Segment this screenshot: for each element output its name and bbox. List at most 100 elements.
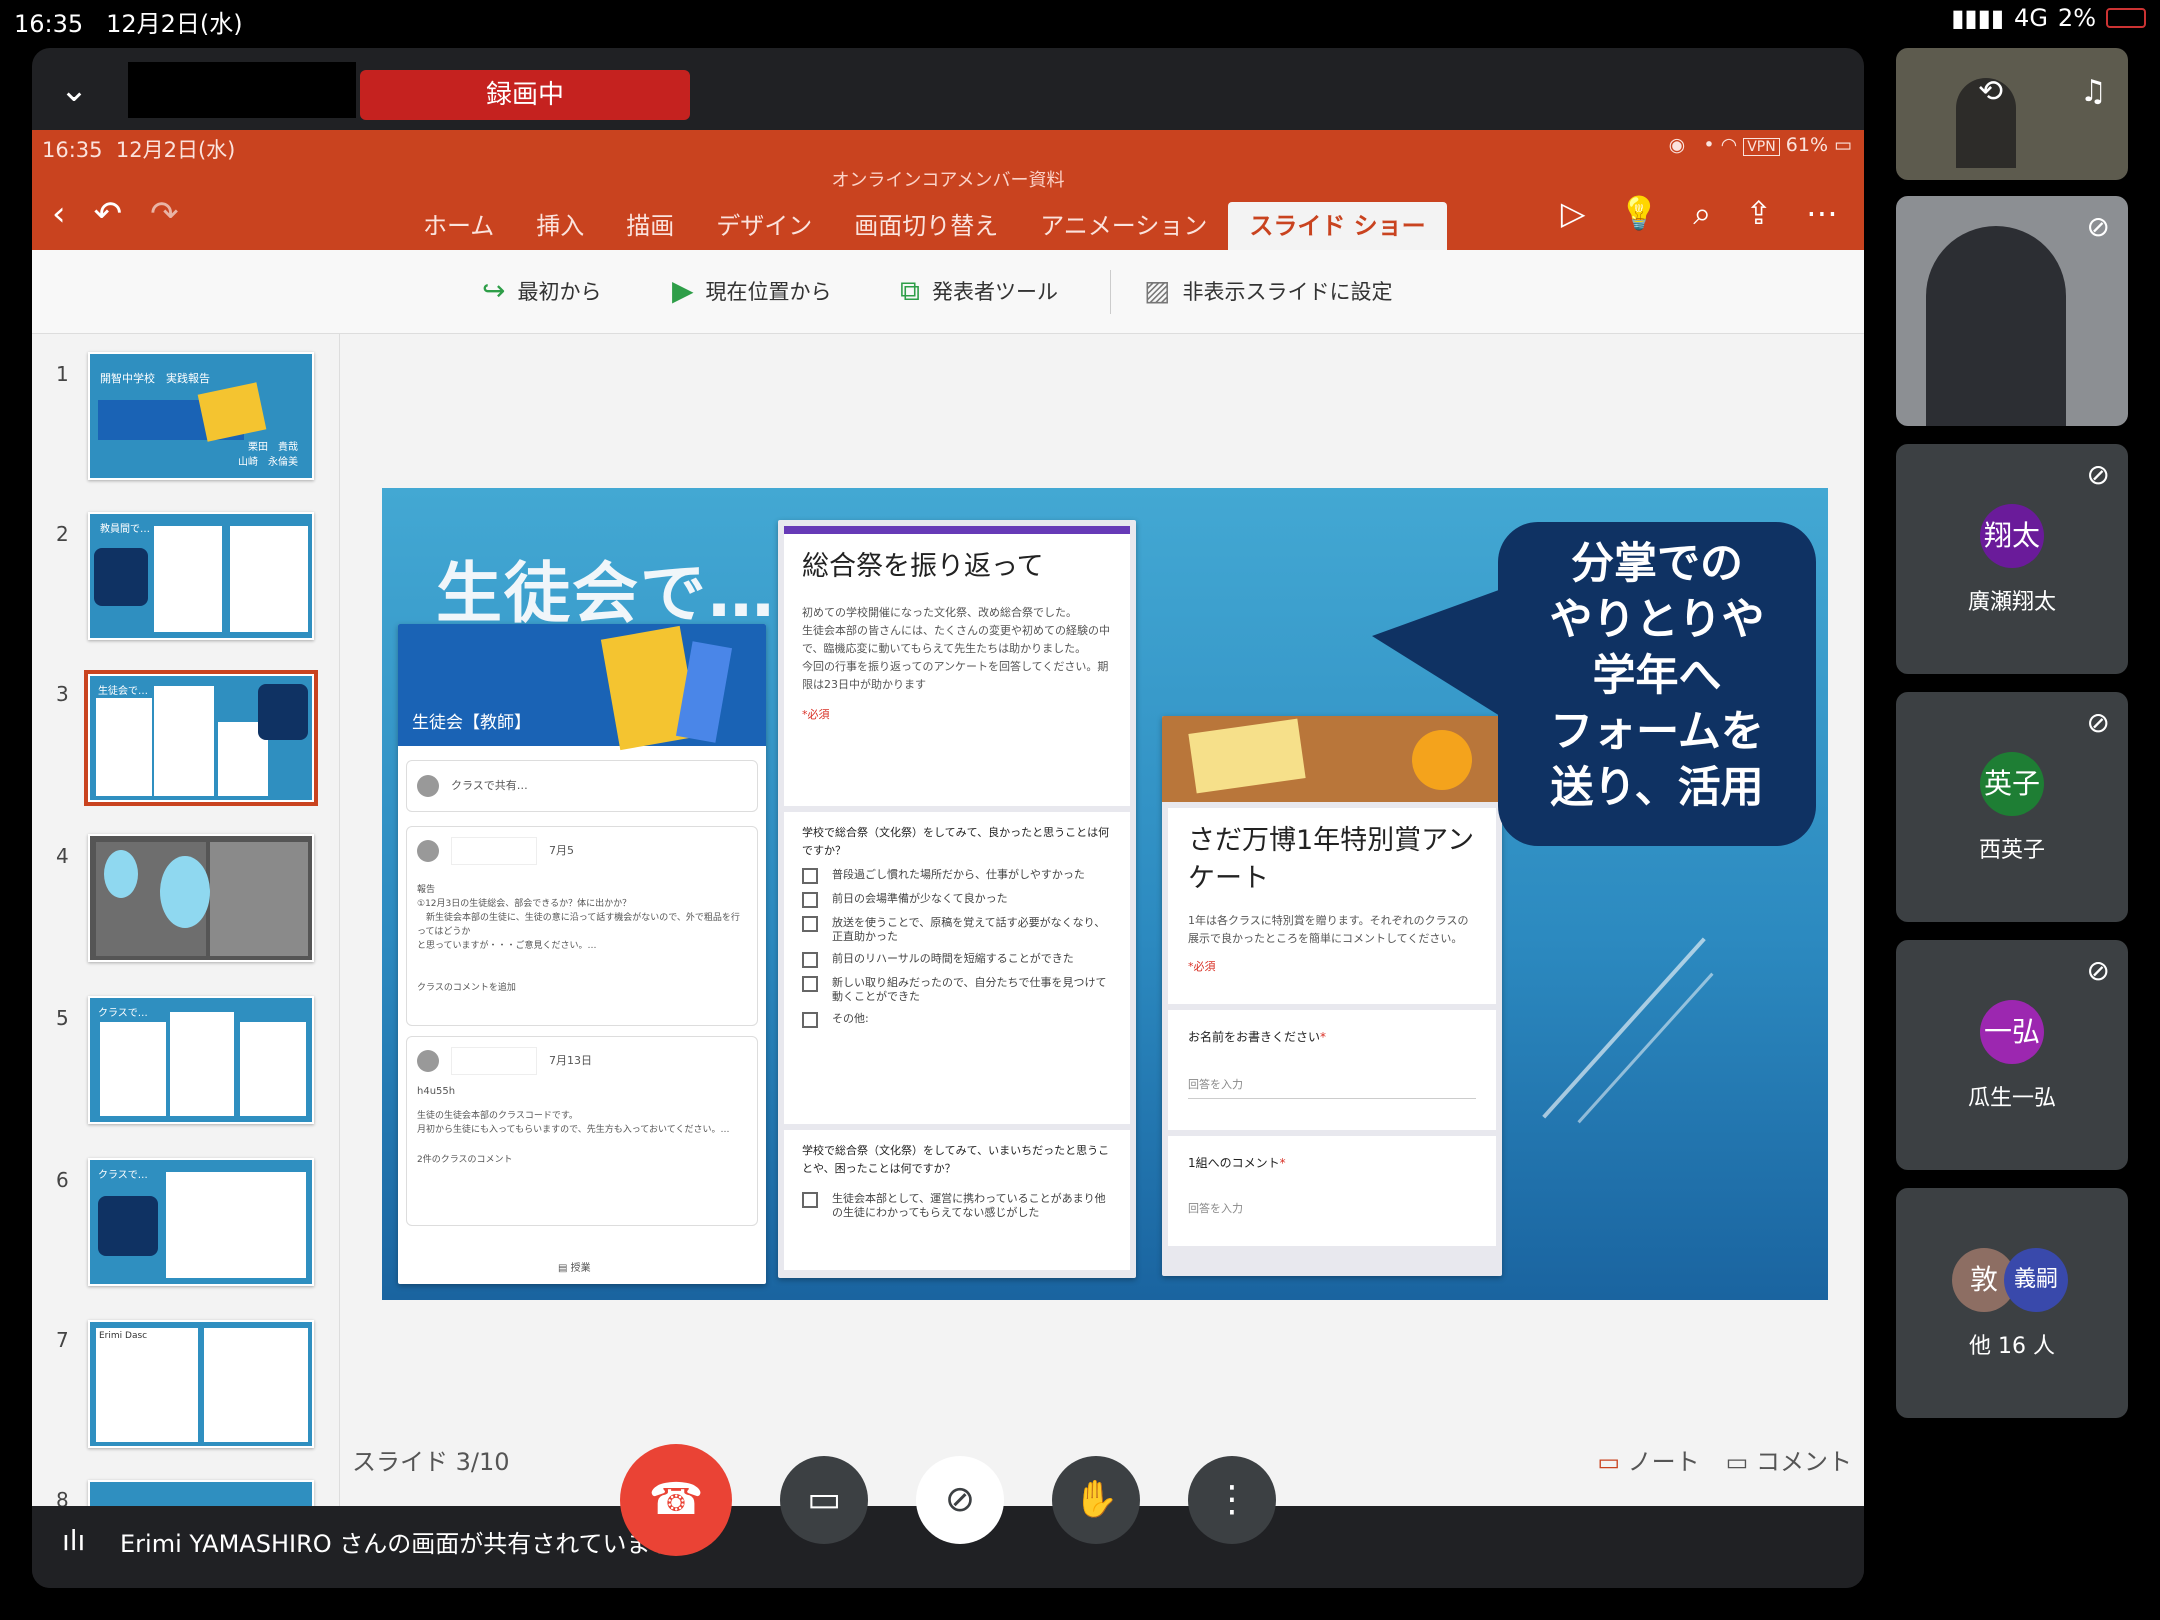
presenter-tools-button[interactable]: ⧉ 発表者ツール <box>900 274 1058 308</box>
thumbnail-slide-3[interactable]: 生徒会で… <box>84 670 318 806</box>
thumbnail-slide-6[interactable]: クラスで… <box>88 1158 314 1286</box>
form1-option[interactable]: その他: <box>802 1012 1112 1028</box>
thumb5-panel <box>170 1012 234 1116</box>
thumb-number: 2 <box>56 522 69 546</box>
ppt-header: 16:35 12月2日(水) ◉ • ◠ VPN 61% ▭ オンラインコアメン… <box>32 130 1864 250</box>
play-icon[interactable]: ▷ <box>1561 194 1586 233</box>
checkbox[interactable] <box>802 1192 818 1208</box>
participant-avatar: 英子 <box>1980 752 2044 816</box>
checkbox[interactable] <box>802 1012 818 1028</box>
switch-camera-icon[interactable]: ⟲ <box>1978 74 2003 109</box>
form1-q1-text: 学校で総合祭（文化祭）をしてみて、良かったと思うことは何ですか？ <box>802 826 1110 857</box>
form2-q2-input[interactable]: 回答を入力 <box>1188 1200 1476 1218</box>
thumb2-panel <box>230 526 308 632</box>
from-current-button[interactable]: ▶ 現在位置から <box>672 274 832 307</box>
classroom-panel: 生徒会【教師】 クラスで共有… 7月5 報告 ①12月3日の生徒総会、部会できる… <box>398 624 766 1284</box>
microphone-button[interactable]: ⊘ <box>916 1456 1004 1544</box>
status-time: 16:35 12月2日(水) <box>14 4 243 39</box>
more-icon[interactable]: ⋯ <box>1806 194 1838 233</box>
required-star: * <box>1279 1156 1286 1170</box>
form1-option[interactable]: 放送を使うことで、原稿を覚えて話す必要がなくなり、正直助かった <box>802 916 1112 944</box>
lightbulb-icon[interactable]: 💡 <box>1619 194 1659 233</box>
mic-off-icon: ⊘ <box>2086 706 2110 739</box>
form1-option[interactable]: 新しい取り組みだったので、自分たちで仕事を見つけて動くことができた <box>802 976 1112 1004</box>
share-box[interactable]: クラスで共有… <box>406 760 758 812</box>
thumb2-panel <box>154 526 222 632</box>
redo-icon[interactable]: ↷ <box>150 194 179 234</box>
tab-draw[interactable]: 描画 <box>605 202 695 250</box>
form1-option[interactable]: 前日の会場準備が少なくて良かった <box>802 892 1112 908</box>
slide-counter: スライド 3/10 <box>352 1448 510 1476</box>
classroom-banner: 生徒会【教師】 <box>398 624 766 751</box>
post-comment-link[interactable]: クラスのコメントを追加 <box>417 979 747 997</box>
tab-slideshow[interactable]: スライド ショー <box>1228 202 1447 250</box>
thumb1-title: 開智中学校 実践報告 <box>100 372 210 385</box>
form2-q1-input[interactable]: 回答を入力 <box>1188 1076 1476 1099</box>
option-label: 生徒会本部として、運営に携わっていることがあまり他の生徒にわかってもらえてない感… <box>832 1192 1106 1219</box>
ppt-battery-icon: ▭ <box>1834 134 1852 156</box>
tab-insert[interactable]: 挿入 <box>515 202 605 250</box>
classroom-banner-title: 生徒会【教師】 <box>412 713 531 733</box>
checkbox[interactable] <box>802 916 818 932</box>
self-video-tile[interactable]: ⟲ ♫ <box>1896 48 2128 180</box>
thumb3-panel <box>154 686 214 796</box>
thumb2-bubble <box>94 548 148 606</box>
form1-option[interactable]: 生徒会本部として、運営に携わっていることがあまり他の生徒にわかってもらえてない感… <box>802 1192 1112 1220</box>
battery-icon <box>2106 8 2146 28</box>
classroom-post: 7月5 報告 ①12月3日の生徒総会、部会できるか？体に出かか？ 新生徒会本部の… <box>406 826 758 1026</box>
classroom-footer: ▤ 授業 <box>558 1260 591 1278</box>
collapse-chevron-icon[interactable]: ⌄ <box>54 70 94 110</box>
checkbox[interactable] <box>802 892 818 908</box>
participant-tile[interactable]: ⊘ 翔太 廣瀬翔太 <box>1896 444 2128 674</box>
date-text: 12月2日(水) <box>106 10 243 38</box>
checkbox[interactable] <box>802 868 818 884</box>
thumbnail-slide-1[interactable]: 開智中学校 実践報告 栗田 貴哉 山崎 永倫美 <box>88 352 314 480</box>
others-tile[interactable]: 敦 義嗣 他 16 人 <box>1896 1188 2128 1418</box>
ribbon-divider <box>1110 270 1111 314</box>
checkbox[interactable] <box>802 976 818 992</box>
back-icon[interactable]: ‹ <box>52 194 66 234</box>
raise-hand-button[interactable]: ✋ <box>1052 1456 1140 1544</box>
form2-description: 1年は各クラスに特別賞を贈ります。それぞれのクラスの展示で良かったところを簡単に… <box>1188 914 1469 945</box>
undo-icon[interactable]: ↶ <box>94 194 123 234</box>
presenter-tools-label: 発表者ツール <box>932 280 1058 304</box>
form1-option[interactable]: 普段過ごし慣れた場所だから、仕事がしやすかった <box>802 868 1112 884</box>
speaker-video-tile[interactable]: ⊘ <box>1896 196 2128 426</box>
participant-tile[interactable]: ⊘ 英子 西英子 <box>1896 692 2128 922</box>
form1-question-2: 学校で総合祭（文化祭）をしてみて、いまいちだったと思うことや、困ったことは何です… <box>784 1130 1130 1270</box>
notes-button[interactable]: ▭ ノート <box>1597 1442 1699 1477</box>
tab-transitions[interactable]: 画面切り替え <box>833 202 1019 250</box>
thumb1-books <box>197 382 267 442</box>
mic-off-icon: ⊘ <box>2086 210 2110 243</box>
checkbox[interactable] <box>802 952 818 968</box>
participant-avatar: 翔太 <box>1980 504 2044 568</box>
tab-home[interactable]: ホーム <box>402 202 515 250</box>
comments-button[interactable]: ▭ コメント <box>1726 1442 1852 1477</box>
form1-option[interactable]: 前日のリハーサルの時間を短縮することができた <box>802 952 1112 968</box>
thumbnail-slide-4[interactable] <box>88 834 314 962</box>
notes-label: ノート <box>1627 1448 1700 1476</box>
thumb2-title: 教員間で… <box>100 524 150 535</box>
headphones-icon: ♫ <box>2080 74 2107 109</box>
from-beginning-button[interactable]: ↪ 最初から <box>482 274 601 307</box>
thumb3-bubble <box>258 684 308 740</box>
end-call-button[interactable]: ☎ <box>620 1444 732 1556</box>
participant-tile[interactable]: ⊘ 一弘 瓜生一弘 <box>1896 940 2128 1170</box>
share-icon[interactable]: ⇪ <box>1745 194 1772 233</box>
thumbnail-slide-8[interactable] <box>88 1480 314 1506</box>
thumbnail-slide-5[interactable]: クラスで… <box>88 996 314 1124</box>
more-options-button[interactable]: ⋮ <box>1188 1456 1276 1544</box>
search-icon[interactable]: ⌕ <box>1693 194 1711 233</box>
tab-animations[interactable]: アニメーション <box>1019 202 1228 250</box>
clipboard-icon: ▤ <box>558 1263 568 1274</box>
camera-button[interactable]: ▭ <box>780 1456 868 1544</box>
tab-design[interactable]: デザイン <box>695 202 833 250</box>
option-label: 普段過ごし慣れた場所だから、仕事がしやすかった <box>832 868 1085 881</box>
user-avatar-icon <box>417 840 439 862</box>
thumb7-title: Erimi Dasc <box>99 1331 148 1341</box>
thumbnail-slide-7[interactable]: Erimi Dasc <box>88 1320 314 1448</box>
hide-slide-button[interactable]: ▨ 非表示スライドに設定 <box>1144 274 1392 307</box>
post-comment-link[interactable]: 2件のクラスのコメント <box>417 1151 747 1169</box>
option-label: 前日の会場準備が少なくて良かった <box>832 892 1008 905</box>
thumbnail-slide-2[interactable]: 教員間で… <box>88 512 314 640</box>
